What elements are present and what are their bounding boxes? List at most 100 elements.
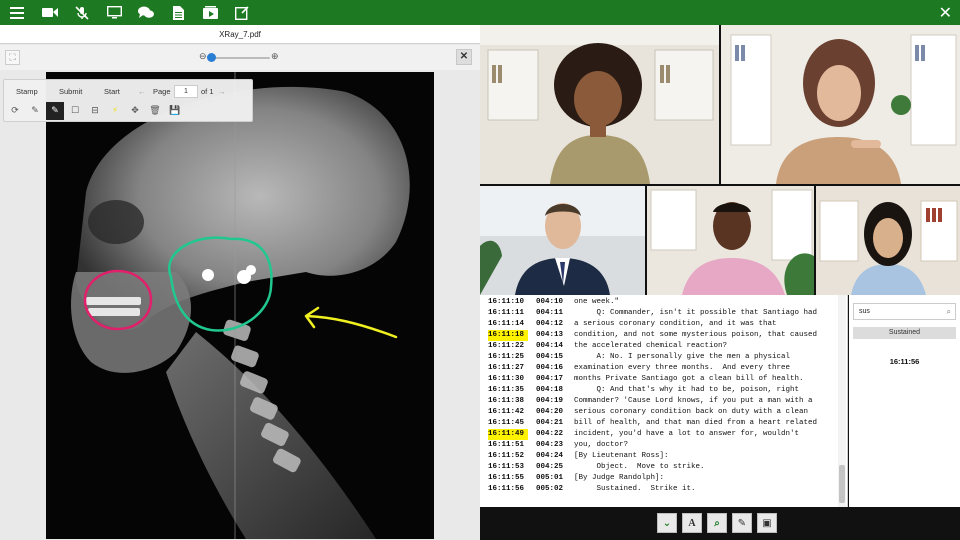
transcript-panel[interactable]: 16:11:10 004:10 one week." 16:11:11 004:11 Q… xyxy=(480,295,848,507)
timestamp[interactable]: 16:11:22 xyxy=(488,341,528,352)
top-toolbar: ✕ xyxy=(0,0,960,25)
font-icon[interactable]: A xyxy=(682,513,702,533)
stamp-icon[interactable]: ⊟ xyxy=(86,102,104,120)
marker-icon[interactable]: ✎ xyxy=(46,102,64,120)
transcript-line[interactable]: 16:11:27 004:16 examination every three mo… xyxy=(488,363,790,374)
page-number-input[interactable]: 1 xyxy=(174,85,198,98)
search-result-item[interactable]: Sustained xyxy=(853,327,956,339)
video-camera-icon[interactable] xyxy=(34,0,66,25)
timestamp[interactable]: 16:11:56 xyxy=(488,484,528,495)
timestamp[interactable]: 16:11:53 xyxy=(488,462,528,473)
double-chevron-down-icon[interactable]: ⌄ xyxy=(657,513,677,533)
page-line-number: 004:12 xyxy=(536,320,564,328)
monitor-icon[interactable] xyxy=(98,0,130,25)
mic-off-icon[interactable] xyxy=(66,0,98,25)
transcript-line[interactable]: 16:11:55 005:01 [By Judge Randolph]: xyxy=(488,473,664,484)
transcript-line[interactable]: 16:11:53 004:25 Object. Move to strike. xyxy=(488,462,705,473)
transcript-line[interactable]: 16:11:38 004:19 Commander? 'Cause Lord kno… xyxy=(488,396,813,407)
timestamp[interactable]: 16:11:25 xyxy=(488,352,528,363)
transcript-line[interactable]: 16:11:22 004:14 the accelerated chemical r… xyxy=(488,341,727,352)
transcript-text: Q: And that's why it had to be, poison, … xyxy=(574,386,800,394)
timestamp[interactable]: 16:11:14 xyxy=(488,319,528,330)
note-icon[interactable] xyxy=(226,0,258,25)
timestamp[interactable]: 16:11:30 xyxy=(488,374,528,385)
timestamp[interactable]: 16:11:45 xyxy=(488,418,528,429)
fullscreen-icon[interactable]: ⛶ xyxy=(5,50,20,65)
pen-icon[interactable]: ✎ xyxy=(26,102,44,120)
transcript-line[interactable]: 16:11:18 004:13 condition, and not some my… xyxy=(488,330,817,341)
trash-icon[interactable]: 🗑 xyxy=(146,102,164,120)
zoom-slider-handle[interactable] xyxy=(207,53,216,62)
page-line-number: 004:23 xyxy=(536,441,564,449)
transcript-text: bill of health, and that man died from a… xyxy=(574,419,818,427)
rectangle-icon[interactable]: ☐ xyxy=(66,102,84,120)
video-tile[interactable] xyxy=(816,186,960,295)
close-document-button[interactable]: ✕ xyxy=(456,49,472,65)
timestamp[interactable]: 16:11:55 xyxy=(488,473,528,484)
move-icon[interactable]: ✥ xyxy=(126,102,144,120)
page-line-number: 004:21 xyxy=(536,419,564,427)
prev-page-icon[interactable]: ← xyxy=(138,87,146,96)
transcript-line[interactable]: 16:11:49 004:22 incident, you'd have a lot… xyxy=(488,429,799,440)
timestamp[interactable]: 16:11:27 xyxy=(488,363,528,374)
zoom-row: ⛶ ⊖ ⊕ ✕ xyxy=(0,45,480,70)
transcript-line[interactable]: 16:11:56 005:02 Sustained. Strike it. xyxy=(488,484,696,495)
page-line-number: 004:25 xyxy=(536,463,564,471)
transcript-line[interactable]: 16:11:35 004:18 Q: And that's why it had … xyxy=(488,385,799,396)
chat-icon[interactable] xyxy=(130,0,162,25)
note-icon[interactable]: ✎ xyxy=(732,513,752,533)
video-tile[interactable] xyxy=(480,186,645,295)
transcript-line[interactable]: 16:11:10 004:10 one week." xyxy=(488,297,619,308)
menu-icon[interactable] xyxy=(0,0,34,25)
document-viewer: XRay_7.pdf ⛶ ⊖ ⊕ ✕ Stamp Submit Start ← … xyxy=(0,25,480,540)
video-tile[interactable] xyxy=(647,186,814,295)
scrollbar-thumb[interactable] xyxy=(839,465,845,503)
transcript-toolbar: ⌄ A ⌕ ✎ ▣ xyxy=(480,507,960,540)
timestamp[interactable]: 16:11:18 xyxy=(488,330,528,341)
document-icon[interactable] xyxy=(162,0,194,25)
zoom-out-icon[interactable]: ⊖ xyxy=(199,51,207,62)
transcript-line[interactable]: 16:11:11 004:11 Q: Commander, isn't it po… xyxy=(488,308,817,319)
highlighter-icon[interactable]: ⚡ xyxy=(106,102,124,120)
zoom-in-icon[interactable]: ⊕ xyxy=(271,51,279,62)
submit-button[interactable]: Submit xyxy=(59,87,82,96)
start-button[interactable]: Start xyxy=(104,87,120,96)
page-count: of 1 xyxy=(201,87,214,96)
transcript-text: Commander? 'Cause Lord knows, if you put… xyxy=(574,397,813,405)
page-line-number: 004:17 xyxy=(536,375,564,383)
video-tile[interactable] xyxy=(480,25,719,184)
video-file-icon[interactable] xyxy=(194,0,226,25)
timestamp[interactable]: 16:11:35 xyxy=(488,385,528,396)
refresh-icon[interactable]: ⟳ xyxy=(6,102,24,120)
search-icon[interactable]: ⌕ xyxy=(947,304,951,319)
timestamp[interactable]: 16:11:11 xyxy=(488,308,528,319)
timestamp[interactable]: 16:11:51 xyxy=(488,440,528,451)
transcript-search-input[interactable]: sus ⌕ xyxy=(853,303,956,320)
transcript-line[interactable]: 16:11:14 004:12 a serious coronary conditi… xyxy=(488,319,777,330)
transcript-text: months Private Santiago got a clean bill… xyxy=(574,375,804,383)
video-tile[interactable] xyxy=(721,25,960,184)
transcript-text: Sustained. Strike it. xyxy=(574,485,696,493)
transcript-scrollbar[interactable] xyxy=(838,295,846,507)
transcript-line[interactable]: 16:11:45 004:21 bill of health, and that m… xyxy=(488,418,817,429)
zoom-slider-track[interactable] xyxy=(207,57,270,59)
file-title: XRay_7.pdf xyxy=(0,25,480,44)
search-icon[interactable]: ⌕ xyxy=(707,513,727,533)
transcript-line[interactable]: 16:11:52 004:24 [By Lieutenant Ross]: xyxy=(488,451,669,462)
timestamp[interactable]: 16:11:10 xyxy=(488,297,528,308)
transcript-line[interactable]: 16:11:25 004:15 A: No. I personally give … xyxy=(488,352,790,363)
stamp-button[interactable]: Stamp xyxy=(16,87,38,96)
next-page-icon[interactable]: → xyxy=(218,87,226,96)
transcript-line[interactable]: 16:11:30 004:17 months Private Santiago go… xyxy=(488,374,804,385)
timestamp[interactable]: 16:11:52 xyxy=(488,451,528,462)
timestamp[interactable]: 16:11:42 xyxy=(488,407,528,418)
timestamp[interactable]: 16:11:38 xyxy=(488,396,528,407)
save-icon[interactable]: ▣ xyxy=(757,513,777,533)
page-line-number: 004:10 xyxy=(536,298,564,306)
transcript-line[interactable]: 16:11:42 004:20 serious coronary condition… xyxy=(488,407,808,418)
transcript-line[interactable]: 16:11:51 004:23 you, doctor? xyxy=(488,440,628,451)
save-icon[interactable]: 💾 xyxy=(166,102,184,120)
timestamp[interactable]: 16:11:49 xyxy=(488,429,528,440)
close-icon[interactable]: ✕ xyxy=(939,0,952,25)
transcript-text: condition, and not some mysterious poiso… xyxy=(574,331,818,339)
